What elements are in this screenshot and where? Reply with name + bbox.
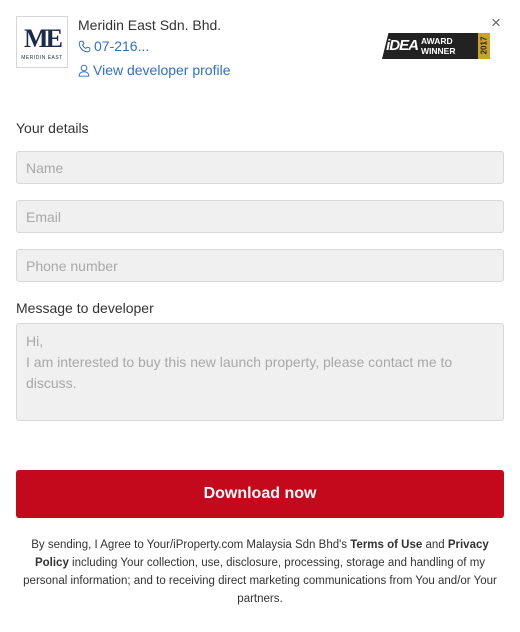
legal-text-3: including Your collection, use, disclosu… <box>23 557 497 605</box>
legal-disclaimer: By sending, I Agree to Your/iProperty.co… <box>16 536 504 608</box>
logo-caption: MERIDIN EAST <box>21 55 63 61</box>
name-input[interactable] <box>16 151 504 184</box>
legal-text-1: By sending, I Agree to Your/iProperty.co… <box>31 539 351 551</box>
idea-award-badge: iDEA AWARD WINNER 2017 <box>382 33 490 59</box>
legal-text-2: and <box>422 539 448 551</box>
award-line2: WINNER <box>421 46 456 56</box>
email-input[interactable] <box>16 200 504 233</box>
message-label: Message to developer <box>16 300 154 316</box>
logo-monogram: ME <box>24 24 63 53</box>
award-text-block: AWARD WINNER <box>418 33 478 59</box>
terms-of-use-link[interactable]: Terms of Use <box>350 539 422 551</box>
view-profile-text: View developer profile <box>93 62 231 78</box>
award-year-block: 2017 <box>478 33 490 59</box>
developer-name: Meridin East Sdn. Bhd. <box>78 17 222 33</box>
developer-phone-link[interactable]: 07-216... <box>78 38 149 54</box>
developer-logo: ME MERIDIN EAST <box>16 16 68 68</box>
message-textarea[interactable] <box>16 323 504 421</box>
view-profile-link[interactable]: View developer profile <box>78 62 231 78</box>
award-brand-text: iDEA <box>386 37 419 54</box>
download-now-button[interactable]: Download now <box>16 470 504 518</box>
developer-phone-text: 07-216... <box>94 38 150 54</box>
close-icon[interactable]: × <box>487 14 505 32</box>
your-details-heading: Your details <box>16 120 89 136</box>
phone-icon <box>78 40 91 53</box>
award-year: 2017 <box>479 36 489 55</box>
user-icon <box>78 64 90 77</box>
phone-input[interactable] <box>16 249 504 282</box>
award-line1: AWARD <box>421 36 453 46</box>
